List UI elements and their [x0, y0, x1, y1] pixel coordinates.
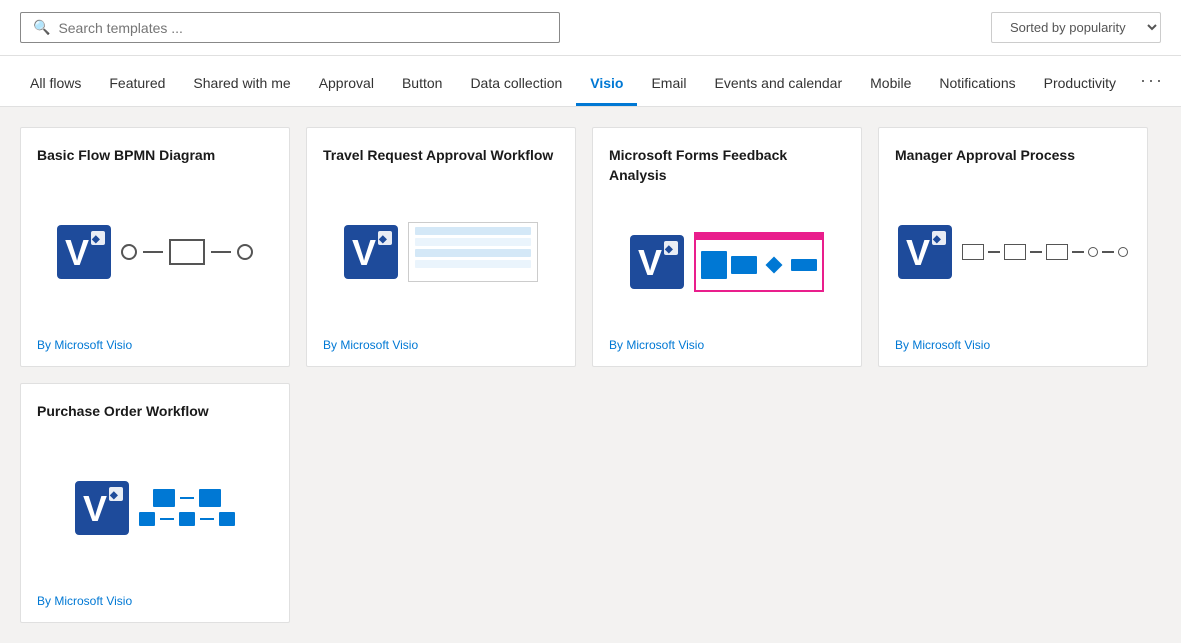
card-title: Microsoft Forms Feedback Analysis — [609, 146, 845, 185]
card-title: Manager Approval Process — [895, 146, 1131, 166]
card-author: By Microsoft Visio — [37, 338, 273, 352]
content-area: Basic Flow BPMN Diagram V ◆ B — [0, 107, 1181, 643]
more-tabs-button[interactable]: ··· — [1130, 56, 1174, 106]
tab-data-collection[interactable]: Data collection — [456, 61, 576, 106]
card-title: Travel Request Approval Workflow — [323, 146, 559, 166]
svg-text:V: V — [65, 232, 89, 273]
svg-text:V: V — [638, 242, 662, 283]
tab-button[interactable]: Button — [388, 61, 456, 106]
template-card-travel-request[interactable]: Travel Request Approval Workflow V ◆ By … — [306, 127, 576, 367]
visio-icon: V ◆ — [898, 225, 952, 279]
sort-dropdown[interactable]: Sorted by popularity Sorted by name Sort… — [991, 12, 1161, 43]
travel-diagram — [408, 222, 538, 282]
tab-email[interactable]: Email — [637, 61, 700, 106]
visio-icon: V ◆ — [75, 481, 129, 535]
visio-icon: V ◆ — [630, 235, 684, 289]
cards-grid: Basic Flow BPMN Diagram V ◆ B — [20, 127, 1161, 623]
nav-tabs: All flows Featured Shared with me Approv… — [0, 56, 1181, 107]
svg-text:◆: ◆ — [91, 234, 100, 245]
card-author: By Microsoft Visio — [37, 594, 273, 608]
svg-text:◆: ◆ — [664, 244, 673, 255]
tab-events-and-calendar[interactable]: Events and calendar — [700, 61, 856, 106]
template-card-manager-approval[interactable]: Manager Approval Process V ◆ — [878, 127, 1148, 367]
tab-approval[interactable]: Approval — [305, 61, 388, 106]
template-card-microsoft-forms[interactable]: Microsoft Forms Feedback Analysis V ◆ By… — [592, 127, 862, 367]
card-author: By Microsoft Visio — [895, 338, 1131, 352]
svg-text:◆: ◆ — [932, 234, 941, 245]
card-author: By Microsoft Visio — [323, 338, 559, 352]
template-card-purchase-order[interactable]: Purchase Order Workflow V ◆ — [20, 383, 290, 623]
card-preview: V ◆ — [609, 199, 845, 324]
forms-diagram — [694, 232, 824, 292]
tab-visio[interactable]: Visio — [576, 61, 637, 106]
manager-diagram — [962, 244, 1128, 260]
template-card-basic-flow-bpmn[interactable]: Basic Flow BPMN Diagram V ◆ B — [20, 127, 290, 367]
svg-text:◆: ◆ — [378, 234, 387, 245]
tab-mobile[interactable]: Mobile — [856, 61, 925, 106]
svg-text:V: V — [83, 488, 107, 529]
tab-featured[interactable]: Featured — [95, 61, 179, 106]
card-title: Purchase Order Workflow — [37, 402, 273, 422]
svg-text:V: V — [906, 232, 930, 273]
card-preview: V ◆ — [895, 180, 1131, 324]
search-wrapper[interactable]: 🔍 — [20, 12, 560, 43]
card-preview: V ◆ — [37, 180, 273, 324]
svg-text:◆: ◆ — [109, 490, 118, 501]
card-preview: V ◆ — [37, 436, 273, 580]
po-diagram — [139, 489, 235, 526]
card-preview: V ◆ — [323, 180, 559, 324]
card-author: By Microsoft Visio — [609, 338, 845, 352]
tab-all-flows[interactable]: All flows — [16, 61, 95, 106]
svg-text:V: V — [352, 232, 376, 273]
bpmn-diagram — [121, 239, 253, 265]
tab-shared-with-me[interactable]: Shared with me — [179, 61, 304, 106]
visio-icon: V ◆ — [344, 225, 398, 279]
top-bar: 🔍 Sorted by popularity Sorted by name So… — [0, 0, 1181, 56]
tab-productivity[interactable]: Productivity — [1030, 61, 1130, 106]
tab-notifications[interactable]: Notifications — [925, 61, 1029, 106]
search-icon: 🔍 — [33, 19, 50, 36]
visio-icon: V ◆ — [57, 225, 111, 279]
search-input[interactable] — [58, 20, 547, 36]
card-title: Basic Flow BPMN Diagram — [37, 146, 273, 166]
